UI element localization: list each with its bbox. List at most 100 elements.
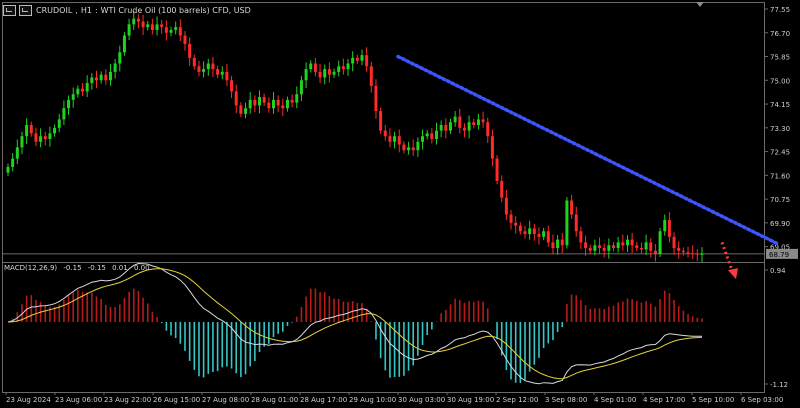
candle-body: [90, 77, 94, 84]
candle-body: [523, 231, 527, 235]
candle-body: [262, 97, 266, 103]
candle-body: [700, 253, 704, 255]
candle-body: [6, 166, 10, 173]
candle-body: [472, 122, 476, 126]
candle-body: [122, 35, 126, 53]
candle-body: [136, 18, 140, 22]
candle-body: [686, 252, 690, 254]
candle-body: [48, 133, 52, 139]
candle-body: [174, 27, 178, 30]
candle-body: [327, 69, 331, 75]
candle-body: [560, 239, 564, 246]
candle-body: [309, 63, 313, 70]
candle-body: [113, 63, 117, 72]
timeframe-label: H1: [80, 5, 92, 15]
candle-body: [490, 136, 494, 159]
macd-value-4: 0.00: [133, 264, 150, 272]
candle-body: [67, 99, 71, 109]
price-axis-label: 70.75: [770, 196, 790, 204]
candle-body: [518, 225, 522, 232]
candle-body: [453, 116, 457, 123]
chart-window-icon[interactable]: [3, 4, 16, 16]
candle-body: [360, 55, 364, 61]
candle-body: [118, 52, 122, 64]
candle-body: [192, 57, 196, 67]
candle-body: [639, 248, 643, 250]
symbol-label: CRUDOIL: [36, 5, 73, 15]
candle-body: [318, 71, 322, 78]
candle-body: [211, 63, 215, 70]
candle-body: [183, 35, 187, 44]
candle-body: [43, 136, 47, 139]
candle-body: [556, 239, 560, 249]
candle-body: [169, 29, 173, 33]
time-axis-label: 29 Aug 10:00: [349, 396, 396, 404]
macd-value-3: 0.01: [112, 264, 128, 272]
candle-body: [570, 200, 574, 215]
candle-body: [29, 125, 33, 134]
candle-body: [146, 24, 150, 28]
time-axis-label: 23 Aug 2024: [6, 396, 51, 404]
candle-body: [188, 43, 192, 58]
candle-body: [644, 242, 648, 250]
candle-body: [57, 119, 61, 128]
candle-body: [132, 18, 136, 25]
candle-body: [444, 125, 448, 131]
instrument-description: WTI Crude Oil (100 barrels) CFD, USD: [100, 5, 251, 15]
time-axis-label: 3 Sep 08:00: [545, 396, 587, 404]
candle-body: [458, 116, 462, 128]
candle-body: [393, 136, 397, 142]
macd-axis-label: -1.12: [770, 381, 788, 389]
price-axis-label: 69.90: [770, 220, 790, 228]
macd-value-2: -0.15: [87, 264, 106, 272]
time-axis-label: 30 Aug 19:00: [447, 396, 494, 404]
candle-body: [630, 239, 634, 246]
candle-body: [481, 119, 485, 123]
macd-value-1: -0.15: [63, 264, 82, 272]
price-axis-label: 75.00: [770, 77, 790, 85]
candle-body: [281, 105, 285, 109]
candle-body: [598, 245, 602, 249]
candle-body: [649, 242, 653, 251]
chart-shift-marker-icon[interactable]: [696, 2, 704, 7]
candle-body: [551, 242, 555, 249]
candle-body: [25, 125, 29, 137]
candle-body: [695, 253, 699, 255]
candle-body: [616, 242, 620, 249]
candle-body: [197, 66, 201, 72]
candle-body: [369, 66, 373, 86]
time-axis-label: 5 Sep 10:00: [692, 396, 734, 404]
time-axis-label: 2 Sep 12:00: [496, 396, 538, 404]
candle-body: [476, 119, 480, 126]
candle-body: [127, 24, 131, 36]
candle-body: [253, 99, 257, 106]
price-axis-label: 75.85: [770, 54, 790, 62]
macd-axis-label: 0.94: [770, 267, 786, 275]
candle-body: [276, 99, 280, 106]
candle-body: [602, 248, 606, 251]
candle-body: [299, 80, 303, 95]
candle-body: [425, 133, 429, 137]
candle-body: [407, 147, 411, 151]
candle-body: [239, 105, 243, 114]
candle-body: [351, 57, 355, 64]
time-axis-label: 28 Aug 01:00: [251, 396, 298, 404]
time-axis-label: 23 Aug 22:00: [104, 396, 151, 404]
candle-body: [85, 83, 89, 92]
time-axis-label: 4 Sep 01:00: [594, 396, 636, 404]
candle-body: [285, 99, 289, 109]
price-axis-label: 76.70: [770, 30, 790, 38]
candle-body: [565, 200, 569, 246]
candle-body: [430, 133, 434, 139]
candle-body: [81, 88, 85, 92]
candle-body: [76, 88, 80, 95]
candle-body: [532, 228, 536, 235]
candle-body: [11, 158, 15, 167]
candle-body: [304, 69, 308, 81]
trading-icon[interactable]: [19, 4, 32, 16]
price-axis-label: 73.30: [770, 125, 790, 133]
time-axis-label: 26 Aug 15:00: [153, 396, 200, 404]
candle-body: [421, 136, 425, 142]
candle-body: [323, 69, 327, 78]
candle-body: [612, 245, 616, 249]
